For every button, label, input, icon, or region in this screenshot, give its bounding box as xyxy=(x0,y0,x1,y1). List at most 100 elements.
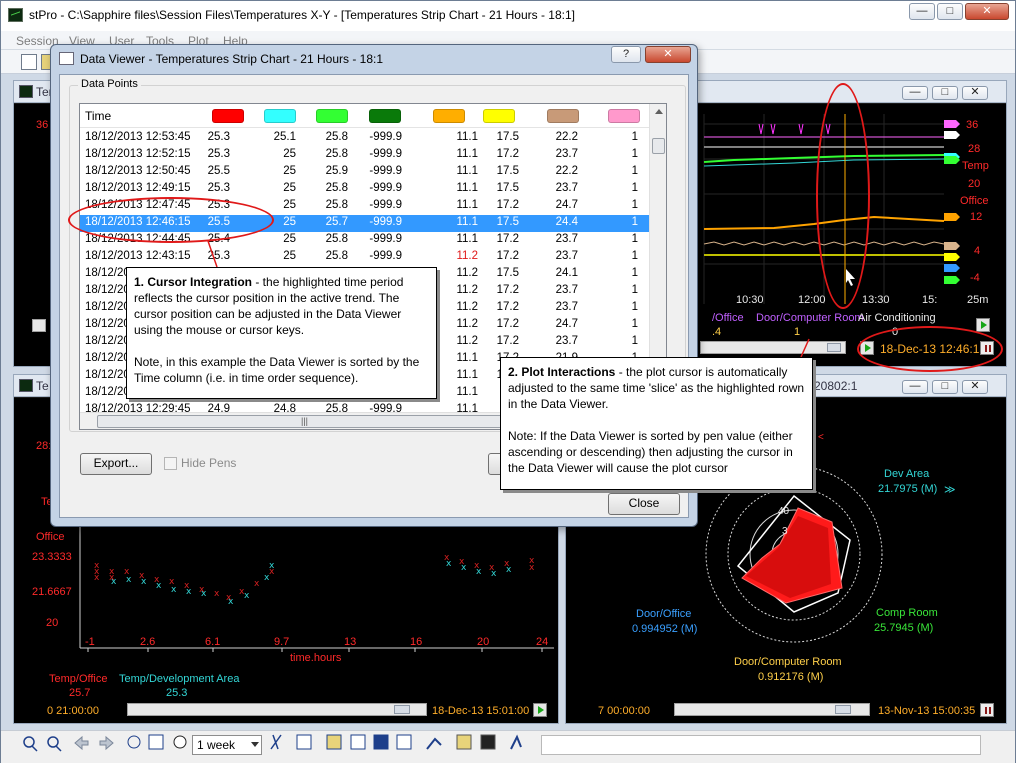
plot-settings-icon[interactable] xyxy=(293,733,313,753)
window-icon[interactable] xyxy=(347,733,367,753)
print-icon[interactable] xyxy=(395,733,415,753)
cell-value: 25.3 xyxy=(207,250,230,262)
polar-comp-room-value: 25.7945 (M) xyxy=(874,622,934,634)
strip-close-button[interactable]: ✕ xyxy=(962,86,988,100)
cell-value: -999.9 xyxy=(369,250,402,262)
minimize-button[interactable]: — xyxy=(909,3,935,20)
cell-value: 25.5 xyxy=(207,165,230,177)
svg-text:x: x xyxy=(201,589,207,599)
time-column-header[interactable]: Time xyxy=(85,109,111,123)
title-bar: stPro - C:\Sapphire files\Session Files\… xyxy=(1,1,1015,31)
cell-value: 11.1 xyxy=(456,216,478,228)
strip-minimize-button[interactable]: — xyxy=(902,86,928,100)
xy-x-tick-13: 13 xyxy=(344,636,357,648)
cell-value: 17.5 xyxy=(496,267,519,279)
cell-value: -999.9 xyxy=(369,216,402,228)
open-plot-icon[interactable] xyxy=(323,733,343,753)
strip-scroll-right-button[interactable] xyxy=(976,318,990,332)
clock-icon[interactable] xyxy=(171,733,191,753)
dialog-close-x-button[interactable]: ✕ xyxy=(645,46,691,63)
cell-value: 23.7 xyxy=(555,233,578,245)
back-arrow-icon[interactable] xyxy=(73,733,93,753)
trend-icon[interactable] xyxy=(423,733,443,753)
highlight-row-annotation xyxy=(68,197,274,243)
calendar-icon[interactable] xyxy=(147,733,167,753)
polar-door-computer-room-value: 0.912176 (M) xyxy=(758,671,824,683)
table-row[interactable]: 18/12/2013 12:49:15 25.3 25 25.8 -999.9 11.1 1… xyxy=(80,181,650,198)
save-plot-icon[interactable] xyxy=(371,733,391,753)
cell-value: 11.2 xyxy=(456,318,478,330)
pen-color-header[interactable] xyxy=(212,109,244,123)
pen-color-header[interactable] xyxy=(316,109,348,123)
new-session-icon[interactable] xyxy=(21,54,37,70)
hide-pens-checkbox[interactable] xyxy=(164,457,177,470)
polar-restore-button[interactable]: □ xyxy=(932,380,958,394)
xy-y-tick-28: 28: xyxy=(36,440,52,452)
strip-pen-air-conditioning-label: Air Conditioning xyxy=(858,312,936,324)
cell-time: 18/12/2013 12:53:45 xyxy=(85,131,191,143)
xy-play-button[interactable] xyxy=(533,703,547,717)
polar-close-button[interactable]: ✕ xyxy=(962,380,988,394)
strip-scroll-left-button[interactable] xyxy=(32,319,46,332)
cell-value: 24.7 xyxy=(555,199,578,211)
svg-text:x: x xyxy=(126,575,132,585)
close-button[interactable]: Close xyxy=(608,493,680,515)
pen-color-header[interactable] xyxy=(608,109,640,123)
disk-icon[interactable] xyxy=(477,733,497,753)
strip-y-right-28: 28 xyxy=(968,143,981,155)
bottom-toolbar xyxy=(1,730,1015,763)
folder-icon[interactable] xyxy=(453,733,473,753)
timer-icon[interactable] xyxy=(125,733,145,753)
data-viewer-icon xyxy=(59,52,74,65)
close-window-button[interactable]: ✕ xyxy=(965,3,1009,20)
zoom-out-icon[interactable] xyxy=(21,733,41,753)
strip-restore-button[interactable]: □ xyxy=(932,86,958,100)
polar-time-scrollbar[interactable] xyxy=(674,703,870,716)
export-button[interactable]: Export... xyxy=(80,453,152,475)
help-button[interactable]: ? xyxy=(611,46,641,63)
pen-color-header[interactable] xyxy=(547,109,579,123)
xy-time-scrollbar[interactable] xyxy=(127,703,427,716)
cell-value: 17.2 xyxy=(496,199,519,211)
strip-y-right-12: 12 xyxy=(970,211,983,223)
table-row[interactable]: 18/12/2013 12:52:15 25.3 25 25.8 -999.9 11.1 1… xyxy=(80,147,650,164)
grid-vertical-thumb[interactable] xyxy=(652,138,665,154)
tools-icon[interactable] xyxy=(507,733,527,753)
cell-value: 11.1 xyxy=(456,182,478,194)
plot-interactions-callout: 2. Plot Interactions - the plot cursor i… xyxy=(500,357,813,490)
xy-scroll-thumb[interactable] xyxy=(394,705,410,714)
chevron-down-icon xyxy=(251,742,259,747)
strip-x-tick-1030: 10:30 xyxy=(736,294,764,306)
pen-color-header[interactable] xyxy=(369,109,401,123)
polar-scroll-thumb[interactable] xyxy=(835,705,851,714)
pen-color-header[interactable] xyxy=(433,109,465,123)
strip-y-right-4: 4 xyxy=(974,245,981,257)
table-row[interactable]: 18/12/2013 12:43:15 25.3 25 25.8 -999.9 11.2 1… xyxy=(80,249,650,266)
cell-value: 24.7 xyxy=(555,318,578,330)
zoom-in-icon[interactable] xyxy=(45,733,65,753)
maximize-button[interactable]: □ xyxy=(937,3,963,20)
cell-time: 18/12/2013 12:52:15 xyxy=(85,148,191,160)
pen-color-header[interactable] xyxy=(264,109,296,123)
polar-minimize-button[interactable]: — xyxy=(902,380,928,394)
strip-time-scrollbar[interactable] xyxy=(700,341,846,354)
cell-value: 25 xyxy=(283,182,296,194)
polar-pause-button[interactable] xyxy=(980,703,994,717)
chevron-double-down-icon[interactable]: ≫ xyxy=(944,483,956,496)
cell-value: 23.7 xyxy=(555,250,578,262)
xy-x-title: time.hours xyxy=(290,652,342,664)
scroll-up-icon[interactable] xyxy=(651,104,666,120)
grid-horizontal-thumb[interactable]: ||| xyxy=(97,415,512,428)
data-points-legend: Data Points xyxy=(78,78,141,90)
cursor-tool-icon[interactable] xyxy=(267,733,287,753)
cell-value: 11.2 xyxy=(456,267,478,279)
time-range-select[interactable]: 1 week xyxy=(192,735,262,755)
strip-scroll-thumb[interactable] xyxy=(827,343,841,352)
forward-arrow-icon[interactable] xyxy=(97,733,117,753)
cell-value: 17.5 xyxy=(496,182,519,194)
strip-pen-door-computer-label: Door/Computer Room xyxy=(756,312,864,324)
pen-color-header[interactable] xyxy=(483,109,515,123)
table-row[interactable]: 18/12/2013 12:50:45 25.5 25 25.9 -999.9 11.1 1… xyxy=(80,164,650,181)
table-row[interactable]: 18/12/2013 12:53:45 25.3 25.1 25.8 -999.9 11.… xyxy=(80,130,650,147)
cell-value: 23.7 xyxy=(555,284,578,296)
